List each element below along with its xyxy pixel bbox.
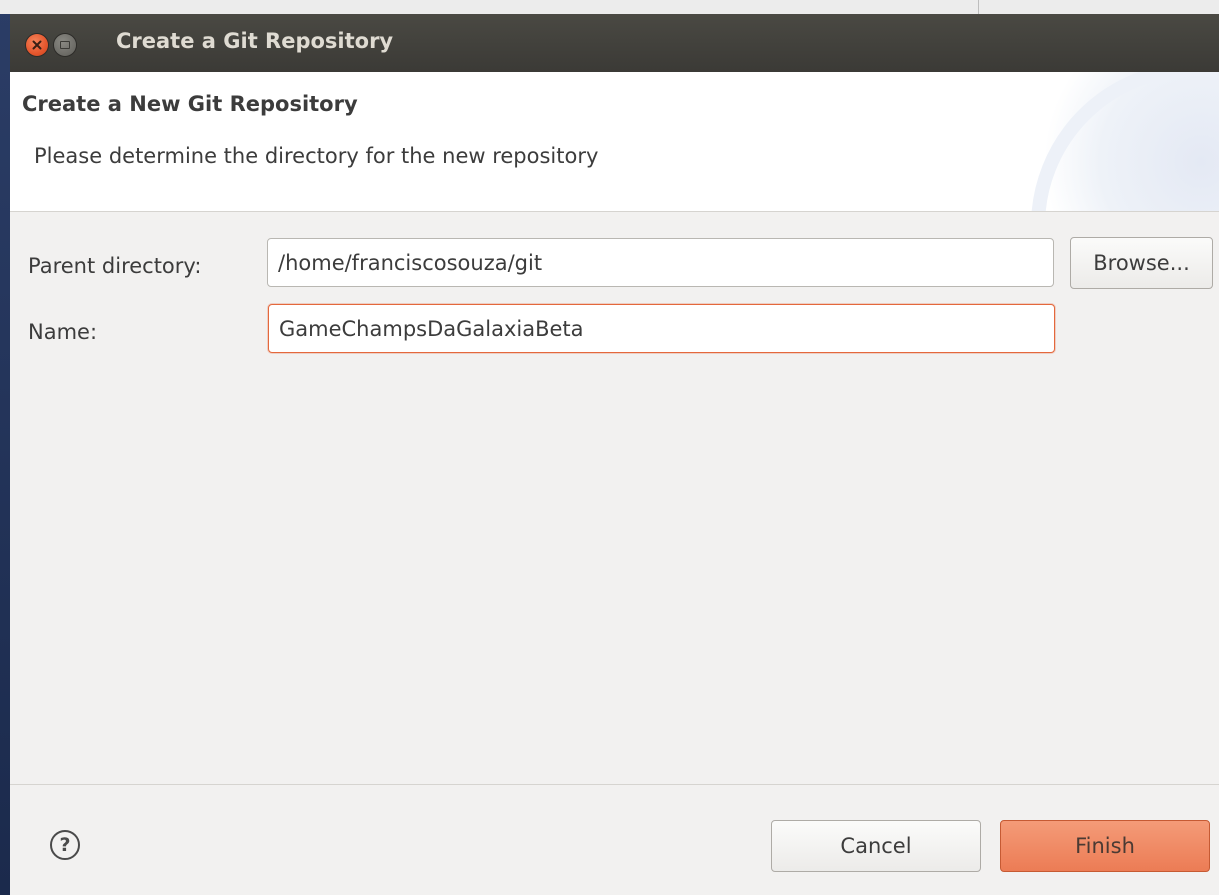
window-title: Create a Git Repository — [116, 29, 394, 53]
title-bar[interactable]: Create a Git Repository — [10, 14, 1219, 72]
parent-directory-label: Parent directory: — [28, 254, 202, 278]
desktop-top-strip — [0, 0, 1219, 14]
dialog-window: Create a Git Repository Create a New Git… — [10, 14, 1219, 895]
page-title: Create a New Git Repository — [22, 92, 358, 116]
close-icon — [32, 40, 42, 50]
minimize-icon — [60, 41, 70, 49]
footer-separator — [10, 784, 1219, 785]
browse-button[interactable]: Browse... — [1070, 237, 1213, 289]
desktop-divider — [978, 0, 979, 14]
help-icon[interactable]: ? — [50, 830, 80, 860]
parent-directory-input[interactable] — [267, 238, 1054, 287]
repository-name-input[interactable] — [268, 304, 1055, 353]
page-description: Please determine the directory for the n… — [34, 144, 599, 168]
wizard-header: Create a New Git Repository Please deter… — [10, 72, 1219, 212]
cancel-button[interactable]: Cancel — [771, 820, 981, 872]
finish-button[interactable]: Finish — [1000, 820, 1210, 872]
desktop-background — [0, 0, 10, 895]
close-button[interactable] — [26, 34, 48, 56]
minimize-button[interactable] — [54, 34, 76, 56]
name-label: Name: — [28, 320, 98, 344]
